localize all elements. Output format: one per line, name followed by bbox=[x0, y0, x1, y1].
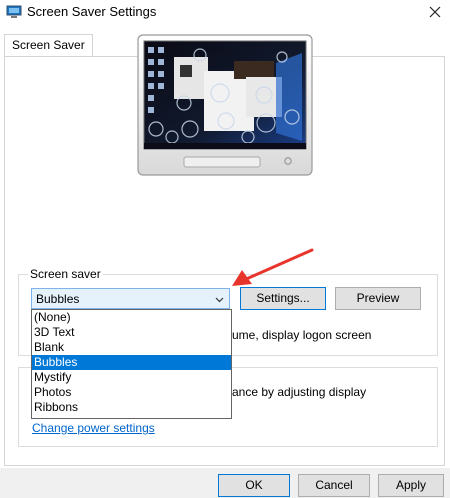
screen-saver-dropdown-list: (None) 3D Text Blank Bubbles Mystify Pho… bbox=[31, 309, 232, 419]
screen-saver-select-value: Bubbles bbox=[36, 292, 80, 306]
preview-button[interactable]: Preview bbox=[335, 287, 421, 310]
dropdown-option-photos[interactable]: Photos bbox=[32, 385, 231, 400]
screen-saver-preview-monitor bbox=[137, 34, 313, 176]
dropdown-option-3d-text[interactable]: 3D Text bbox=[32, 325, 231, 340]
cancel-button[interactable]: Cancel bbox=[298, 474, 370, 497]
power-description: ance by adjusting display bbox=[232, 385, 367, 399]
annotation-arrow-icon bbox=[232, 248, 314, 286]
window-title: Screen Saver Settings bbox=[27, 4, 157, 19]
ok-button[interactable]: OK bbox=[218, 474, 290, 497]
change-power-settings-link[interactable]: Change power settings bbox=[32, 421, 155, 435]
screen-saver-settings-window: Screen Saver Settings Screen Saver Scree… bbox=[0, 0, 450, 498]
screen-saver-select[interactable]: Bubbles bbox=[31, 288, 230, 309]
dropdown-option-none[interactable]: (None) bbox=[32, 310, 231, 325]
dropdown-option-mystify[interactable]: Mystify bbox=[32, 370, 231, 385]
tab-screen-saver[interactable]: Screen Saver bbox=[4, 34, 93, 57]
title-bar: Screen Saver Settings bbox=[0, 0, 450, 26]
screen-saver-group-label: Screen saver bbox=[28, 267, 103, 281]
chevron-down-icon bbox=[215, 297, 224, 303]
dropdown-option-blank[interactable]: Blank bbox=[32, 340, 231, 355]
resume-logon-label: ume, display logon screen bbox=[232, 328, 372, 342]
close-icon bbox=[429, 6, 441, 18]
settings-button[interactable]: Settings... bbox=[240, 287, 326, 310]
close-button[interactable] bbox=[420, 0, 450, 24]
dropdown-option-ribbons[interactable]: Ribbons bbox=[32, 400, 231, 415]
apply-button[interactable]: Apply bbox=[378, 474, 444, 497]
display-settings-icon bbox=[6, 5, 22, 18]
dropdown-option-bubbles[interactable]: Bubbles bbox=[32, 355, 231, 370]
